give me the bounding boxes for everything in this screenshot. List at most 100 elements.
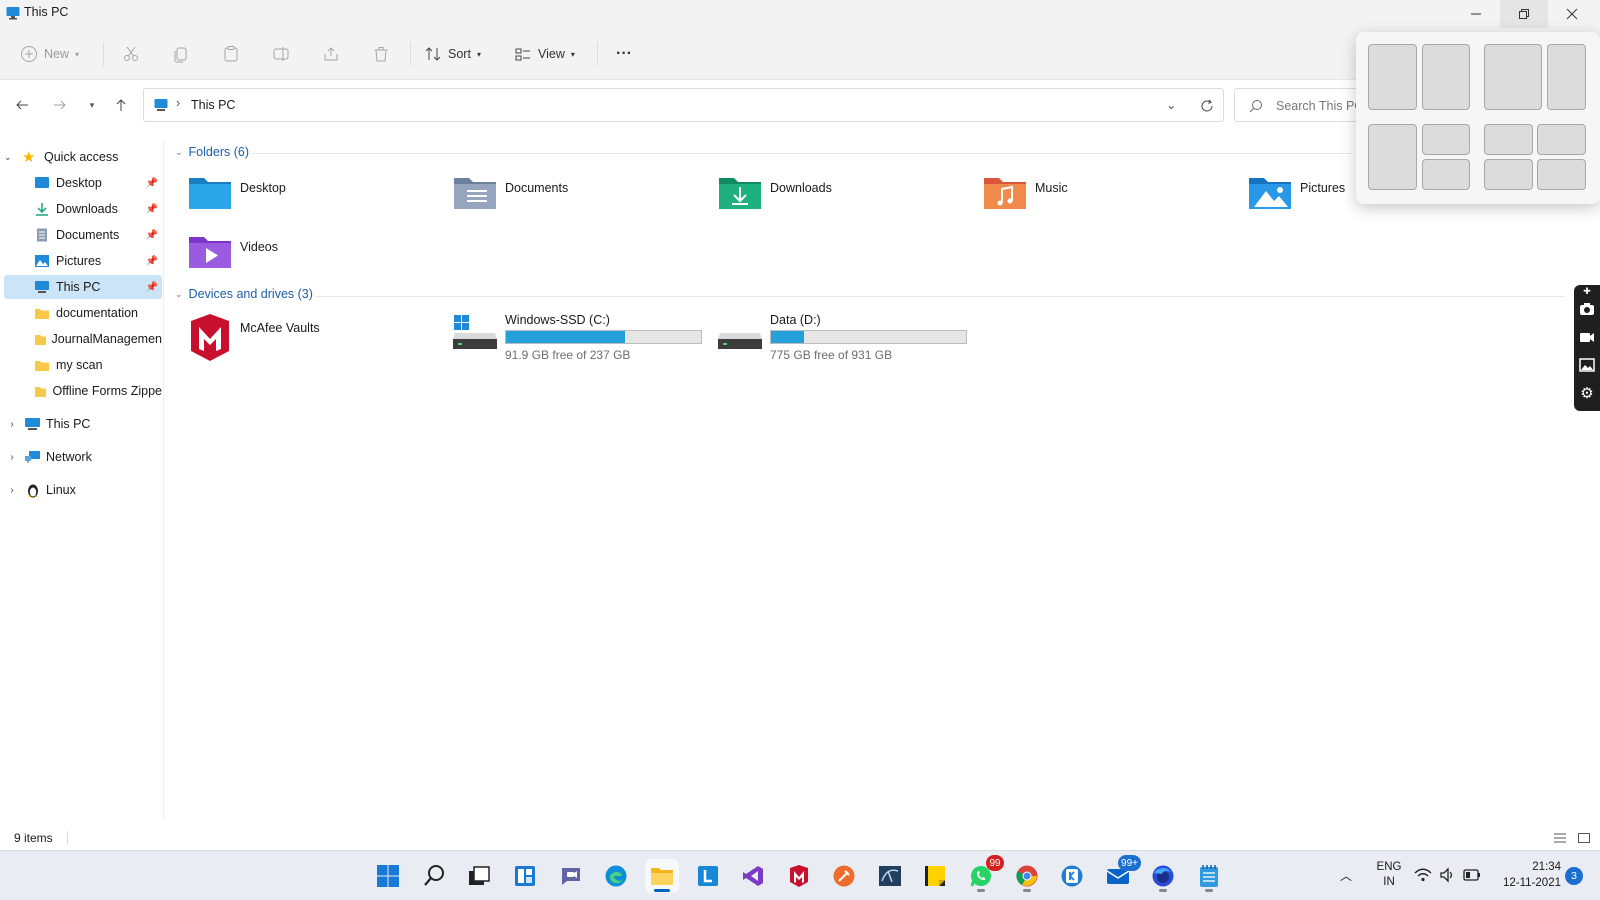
whatsapp-button[interactable]: 99: [964, 855, 1004, 893]
sidebar-root-this-pc[interactable]: › This PC: [4, 412, 162, 436]
snap-zone[interactable]: [1537, 159, 1586, 190]
sidebar-item-my-scan[interactable]: my scan: [4, 353, 162, 377]
sidebar-item-downloads[interactable]: Downloads 📌: [4, 197, 162, 221]
drive-free-space: 775 GB free of 931 GB: [770, 348, 893, 362]
recent-locations-button[interactable]: ▾: [79, 92, 105, 118]
pin-icon[interactable]: 📌: [146, 230, 158, 241]
folder-tile-videos[interactable]: Videos: [188, 232, 278, 270]
drives-section-header[interactable]: ⌄ Devices and drives (3): [175, 287, 313, 301]
task-view-button[interactable]: [462, 859, 496, 893]
show-hidden-icons-button[interactable]: ︿: [1340, 867, 1352, 884]
snap-zone[interactable]: [1484, 124, 1533, 155]
back-button[interactable]: [9, 92, 35, 118]
firefox-button[interactable]: [1146, 859, 1180, 893]
pin-icon[interactable]: 📌: [146, 256, 158, 267]
mcafee-button[interactable]: [782, 859, 816, 893]
large-icons-view-icon[interactable]: [1577, 832, 1591, 844]
snap-zone[interactable]: [1368, 124, 1417, 190]
taskbar-search-button[interactable]: [417, 859, 451, 893]
up-button[interactable]: [108, 92, 134, 118]
snap-zone[interactable]: [1422, 44, 1470, 110]
edge-button[interactable]: [599, 859, 633, 893]
drive-usage-bar: [770, 330, 967, 344]
sidebar-item-pictures[interactable]: Pictures 📌: [4, 249, 162, 273]
mail-button[interactable]: 99+: [1101, 855, 1141, 893]
file-explorer-button[interactable]: [645, 859, 679, 893]
drive-tile-c[interactable]: Windows-SSD (C:) 91.9 GB free of 237 GB: [453, 313, 702, 362]
pin-icon[interactable]: 📌: [146, 178, 158, 189]
start-button[interactable]: [371, 859, 405, 893]
sql-server-button[interactable]: [873, 859, 907, 893]
forward-button[interactable]: [47, 92, 73, 118]
battery-icon[interactable]: [1463, 869, 1481, 881]
pin-icon[interactable]: 📌: [146, 282, 158, 293]
wifi-icon[interactable]: [1414, 868, 1432, 882]
notification-count-badge[interactable]: 3: [1565, 867, 1583, 885]
app-k-button[interactable]: [1055, 859, 1089, 893]
sidebar-root-linux[interactable]: › Linux: [4, 478, 162, 502]
delete-button[interactable]: [372, 40, 390, 68]
monitor-icon: [25, 418, 40, 430]
breadcrumb-this-pc[interactable]: This PC: [191, 98, 235, 112]
gallery-button[interactable]: [1578, 356, 1596, 374]
snap-zone[interactable]: [1484, 44, 1542, 110]
app-l-button[interactable]: [691, 859, 725, 893]
chevron-down-icon: ▾: [476, 49, 481, 59]
camera-button[interactable]: [1578, 300, 1596, 318]
volume-icon[interactable]: [1439, 867, 1455, 883]
share-button[interactable]: [322, 40, 340, 68]
teams-chat-button[interactable]: [554, 859, 588, 893]
snap-zone[interactable]: [1422, 124, 1470, 155]
clock[interactable]: 21:34 12-11-2021: [1491, 859, 1561, 891]
sidebar-item-desktop[interactable]: Desktop 📌: [4, 171, 162, 195]
address-dropdown-icon[interactable]: ⌄: [1166, 97, 1176, 112]
notepad-button[interactable]: [1192, 859, 1226, 893]
folder-tile-music[interactable]: Music: [983, 173, 1068, 211]
folder-tile-documents[interactable]: Documents: [453, 173, 568, 211]
restore-button[interactable]: [1500, 0, 1548, 28]
sidebar-item-offline-forms[interactable]: Offline Forms Zippe: [4, 379, 162, 403]
view-button[interactable]: View ▾: [514, 40, 575, 68]
snap-zone[interactable]: [1484, 159, 1533, 190]
folder-tile-desktop[interactable]: Desktop: [188, 173, 286, 211]
copy-button[interactable]: [172, 40, 190, 68]
snap-zone[interactable]: [1537, 124, 1586, 155]
pin-icon[interactable]: 📌: [146, 204, 158, 215]
sticky-notes-button[interactable]: [918, 859, 952, 893]
section-divider: [252, 153, 1352, 154]
title-bar: This PC: [0, 0, 1600, 28]
rename-button[interactable]: [272, 40, 290, 68]
visual-studio-button[interactable]: [736, 859, 770, 893]
language-indicator[interactable]: ENG IN: [1372, 860, 1406, 890]
address-bar[interactable]: › This PC ⌄: [143, 88, 1224, 122]
drive-tile-mcafee-vaults[interactable]: McAfee Vaults: [188, 313, 320, 363]
sort-button[interactable]: Sort ▾: [424, 40, 481, 68]
postman-button[interactable]: [827, 859, 861, 893]
snap-zone[interactable]: [1422, 159, 1470, 190]
snap-zone[interactable]: [1368, 44, 1417, 110]
close-button[interactable]: [1548, 0, 1596, 28]
expand-icon[interactable]: ✚: [1578, 285, 1596, 297]
sidebar-root-network[interactable]: › Network: [4, 445, 162, 469]
paste-button[interactable]: [222, 40, 240, 68]
cut-button[interactable]: [122, 40, 140, 68]
folder-tile-pictures[interactable]: Pictures: [1248, 173, 1345, 211]
folders-section-header[interactable]: ⌄ Folders (6): [175, 145, 249, 159]
chrome-button[interactable]: [1010, 859, 1044, 893]
new-button[interactable]: New ▾: [20, 40, 79, 68]
sidebar-item-documents[interactable]: Documents 📌: [4, 223, 162, 247]
sidebar-quick-access[interactable]: ⌄ ★ Quick access: [4, 145, 162, 169]
settings-button[interactable]: ⚙: [1578, 384, 1596, 402]
minimize-button[interactable]: [1452, 0, 1500, 28]
sidebar-item-documentation[interactable]: documentation: [4, 301, 162, 325]
video-button[interactable]: [1578, 328, 1596, 346]
details-view-icon[interactable]: [1553, 832, 1567, 844]
more-options-button[interactable]: ···: [616, 40, 632, 68]
widgets-button[interactable]: [508, 859, 542, 893]
refresh-icon[interactable]: [1200, 99, 1214, 113]
sidebar-item-this-pc[interactable]: This PC 📌: [4, 275, 162, 299]
folder-tile-downloads[interactable]: Downloads: [718, 173, 832, 211]
sidebar-item-journalmanagement[interactable]: JournalManagemen: [4, 327, 162, 351]
drive-tile-d[interactable]: Data (D:) 775 GB free of 931 GB: [718, 313, 967, 362]
snap-zone[interactable]: [1547, 44, 1586, 110]
